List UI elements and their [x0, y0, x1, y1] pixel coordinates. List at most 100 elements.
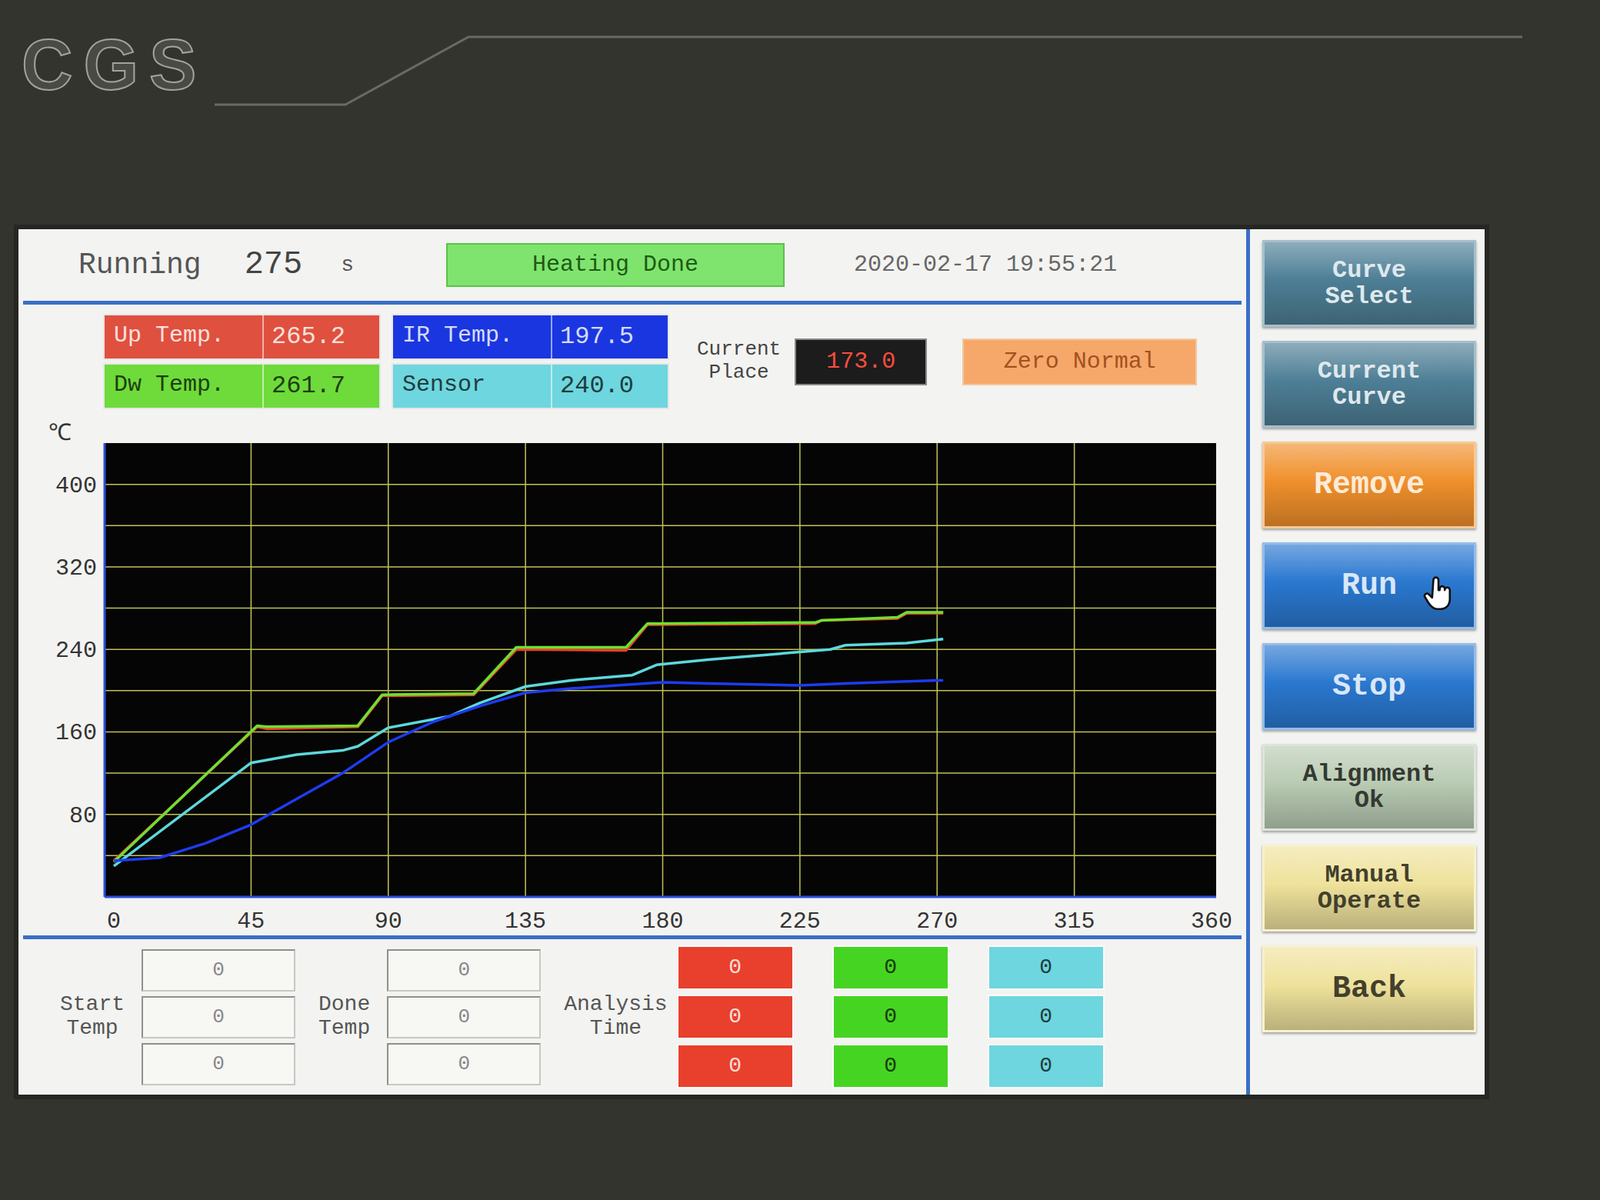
field-column: 000: [386, 949, 541, 1086]
button-label: Curve: [1332, 257, 1407, 284]
temp-field[interactable]: 0: [386, 996, 541, 1039]
readout-value: 261.7: [262, 364, 380, 408]
temp-curve-line: [113, 639, 944, 867]
y-tick: 240: [55, 637, 97, 664]
label-line: Analysis: [563, 993, 667, 1017]
brand-logo: CGS: [21, 27, 207, 103]
current-place-value: 173.0: [794, 338, 927, 386]
button-label: Ok: [1354, 787, 1384, 814]
panel-button[interactable]: AlignmentOk: [1262, 743, 1477, 831]
current-place-label: CurrentPlace: [696, 338, 781, 385]
temp-field[interactable]: 0: [141, 1043, 296, 1086]
grid-line: [250, 443, 253, 897]
button-label: Curve: [1332, 384, 1407, 411]
label-line: Place: [696, 361, 781, 385]
zero-status: Zero Normal: [962, 338, 1197, 386]
analysis-time-group: AnalysisTime000000000: [563, 945, 1104, 1089]
grid-line: [936, 443, 939, 897]
hand-cursor-icon: [1423, 576, 1454, 612]
button-label: Stop: [1332, 670, 1407, 704]
label-line: Time: [563, 1016, 667, 1041]
temp-readout: Up Temp.265.2: [103, 313, 381, 360]
heating-status-text: Heating Done: [532, 247, 699, 283]
field-column: 000: [141, 949, 296, 1086]
temp-field[interactable]: 0: [386, 1043, 541, 1086]
group-label: DoneTemp: [318, 993, 370, 1041]
temp-field[interactable]: 0: [141, 996, 296, 1039]
button-sidebar: CurveSelectCurrentCurveRemoveRunStopAlig…: [1246, 229, 1485, 1095]
temp-field[interactable]: 0: [141, 949, 296, 992]
analysis-time-field: 0: [987, 994, 1105, 1040]
x-tick: 135: [504, 908, 547, 935]
button-label: Alignment: [1303, 761, 1437, 788]
temp-readout: IR Temp.197.5: [391, 313, 670, 360]
analysis-time-field: 0: [676, 945, 794, 990]
x-tick: 270: [916, 908, 958, 935]
readout-label: IR Temp.: [393, 315, 551, 359]
y-unit: ℃: [48, 420, 72, 447]
readout-label: Up Temp.: [104, 315, 263, 359]
analysis-time-field: 0: [676, 994, 794, 1040]
panel-button[interactable]: Stop: [1262, 643, 1477, 730]
analysis-column: 000: [832, 945, 950, 1089]
x-tick: 180: [641, 908, 684, 935]
analysis-time-field: 0: [987, 945, 1105, 990]
bezel-line-icon: [214, 27, 1523, 113]
analysis-time-field: 0: [676, 1043, 794, 1089]
temp-curve-line: [113, 680, 944, 861]
button-label: Manual: [1324, 862, 1414, 889]
grid-line: [104, 772, 1217, 774]
analysis-time-field: 0: [832, 1043, 950, 1089]
analysis-column: 000: [676, 945, 794, 1089]
panel-button[interactable]: CurrentCurve: [1262, 340, 1477, 428]
running-time: 275: [244, 240, 304, 290]
bezel-line: [214, 36, 1523, 105]
grid-line: [104, 483, 1217, 486]
temperature-chart: ℃4003202401608004590135180225270315360: [23, 412, 1242, 936]
panel-button[interactable]: Run: [1262, 542, 1477, 630]
button-label: Current: [1317, 358, 1421, 385]
y-tick: 320: [55, 555, 97, 582]
readout-row: Up Temp.265.2Dw Temp.261.7IR Temp.197.5S…: [23, 304, 1242, 413]
button-label: Run: [1341, 570, 1397, 603]
group-label: StartTemp: [60, 993, 125, 1041]
label-line: Current: [696, 338, 781, 362]
main-panel: Running 275 s Heating Done 2020-02-17 19:55:…: [18, 229, 1247, 1095]
running-label: Running: [78, 243, 202, 287]
label-line: Temp: [318, 1016, 370, 1041]
grid-line: [104, 855, 1217, 857]
grid-line: [662, 443, 664, 897]
grid-line: [104, 731, 1217, 734]
done-temp-group: DoneTemp000: [318, 949, 541, 1086]
grid-line: [524, 443, 527, 897]
status-header: Running 275 s Heating Done 2020-02-17 19:55:…: [23, 229, 1242, 305]
grid-line: [387, 443, 390, 897]
button-label: Select: [1324, 283, 1414, 310]
panel-button[interactable]: Remove: [1262, 441, 1477, 529]
x-tick: 315: [1053, 908, 1096, 935]
x-axis: [104, 896, 1217, 899]
heating-status: Heating Done: [446, 243, 785, 287]
label-line: Start: [60, 993, 125, 1017]
panel-button[interactable]: Back: [1262, 945, 1477, 1033]
x-tick: 225: [779, 908, 821, 935]
readout-value: 265.2: [262, 315, 380, 359]
readout-label: Sensor: [393, 364, 551, 408]
bezel-top: CGS: [0, 0, 1600, 230]
date-time: 2020-02-17 19:55:21: [853, 247, 1117, 283]
readout-value: 197.5: [550, 315, 668, 359]
readout-value: 240.0: [550, 364, 668, 408]
temp-field[interactable]: 0: [386, 949, 541, 992]
button-label: Remove: [1313, 469, 1425, 502]
running-unit: s: [340, 249, 354, 282]
grid-line: [104, 690, 1217, 692]
x-tick: 360: [1190, 908, 1233, 935]
panel-button[interactable]: CurveSelect: [1262, 240, 1477, 327]
panel-button[interactable]: ManualOperate: [1262, 844, 1477, 932]
grid-line: [104, 607, 1217, 610]
analysis-column: 000: [987, 945, 1105, 1089]
hand-shape: [1424, 577, 1450, 610]
x-tick: 0: [106, 908, 121, 935]
button-label: Back: [1332, 973, 1407, 1006]
x-tick: 45: [236, 908, 265, 935]
